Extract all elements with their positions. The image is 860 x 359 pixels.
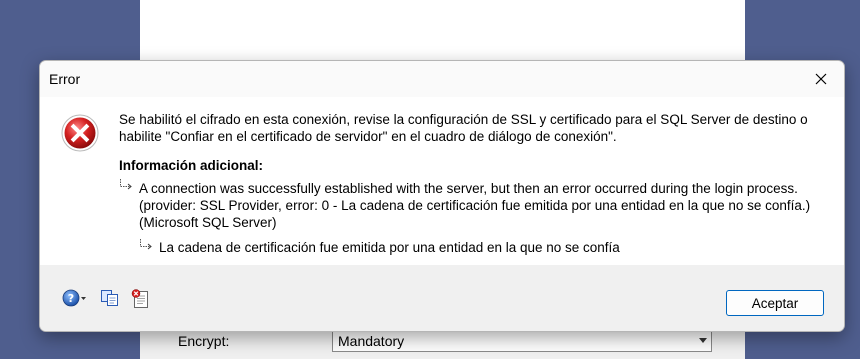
chevron-down-icon xyxy=(699,338,707,343)
encrypt-select[interactable]: Mandatory xyxy=(332,330,712,352)
encrypt-label: Encrypt: xyxy=(178,333,230,349)
additional-info-heading: Información adicional: xyxy=(119,158,264,173)
close-icon xyxy=(815,73,827,85)
detail-message-2: La cadena de certificación fue emitida p… xyxy=(159,240,620,255)
technical-details-button[interactable] xyxy=(131,289,151,312)
copy-button[interactable] xyxy=(100,289,120,310)
details-icon xyxy=(131,289,148,308)
dialog-title: Error xyxy=(49,71,81,87)
error-icon xyxy=(61,114,99,152)
sub-item-arrow-icon xyxy=(120,179,132,190)
close-button[interactable] xyxy=(798,61,844,97)
help-button[interactable]: ? xyxy=(62,289,88,310)
detail-message-1: A connection was successfully establishe… xyxy=(139,181,811,230)
copy-icon xyxy=(101,290,118,306)
dialog-content: Se habilitó el cifrado en esta conexión,… xyxy=(40,97,844,265)
error-dialog: Error Se habilitó el cifrado en esta con… xyxy=(39,60,845,332)
svg-text:?: ? xyxy=(68,292,74,305)
sub-item-arrow-icon xyxy=(140,239,152,250)
accept-button[interactable]: Aceptar xyxy=(726,290,824,316)
dialog-titlebar: Error xyxy=(40,61,844,97)
help-icon: ? xyxy=(62,289,86,307)
encrypt-select-value: Mandatory xyxy=(338,333,405,349)
error-message: Se habilitó el cifrado en esta conexión,… xyxy=(119,112,808,144)
dialog-footer: ? Aceptar xyxy=(40,265,844,331)
